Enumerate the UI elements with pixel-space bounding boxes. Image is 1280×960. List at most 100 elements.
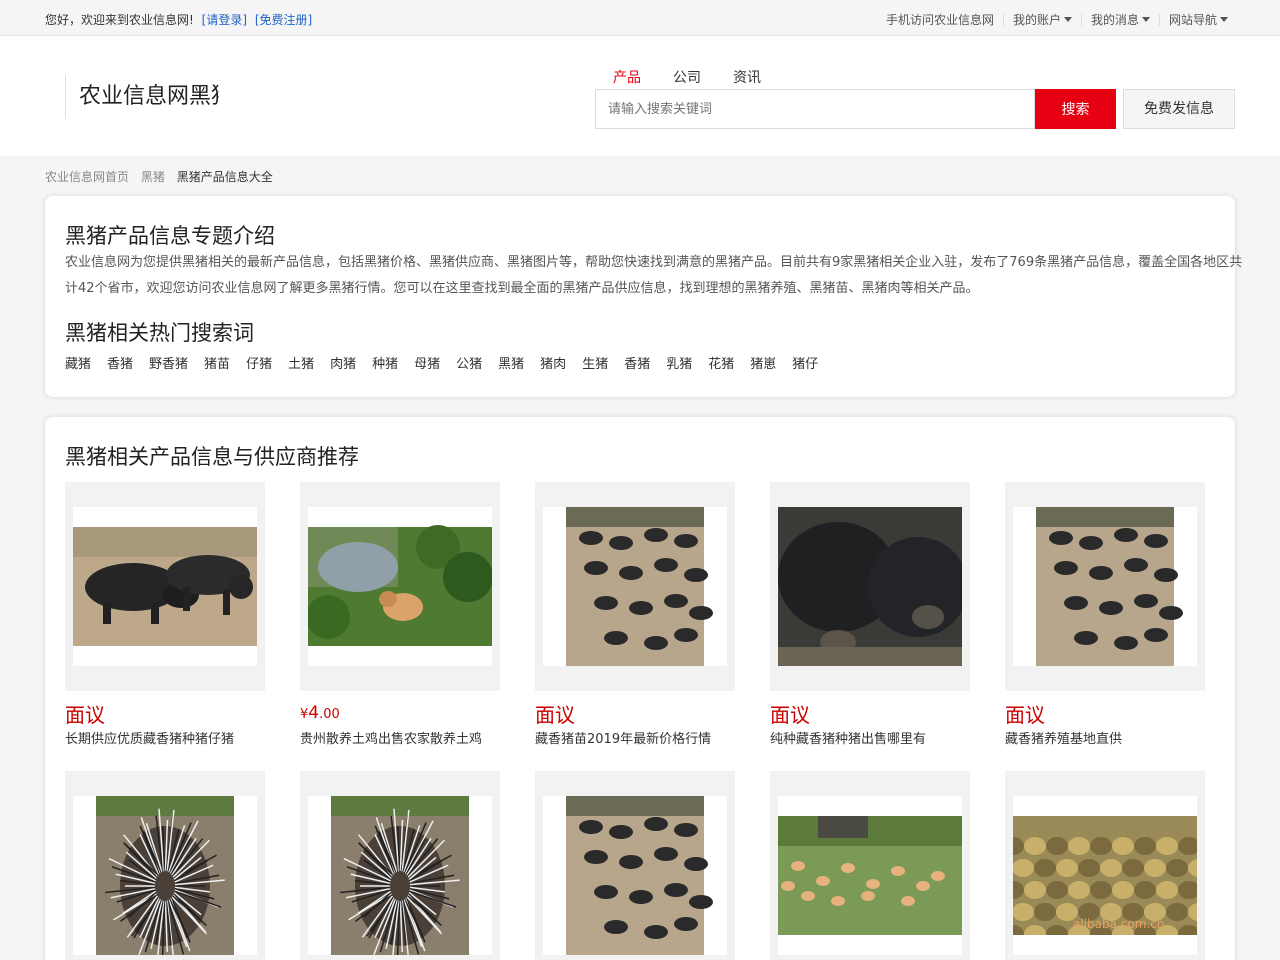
product-price: 面议 (1005, 703, 1045, 727)
login-link[interactable]: [请登录] (202, 13, 247, 27)
my-messages-menu[interactable]: 我的消息 (1091, 11, 1150, 28)
product-card[interactable] (300, 771, 500, 960)
product-card[interactable] (770, 771, 970, 960)
breadcrumb-current: 黑猪产品信息大全 (176, 170, 273, 184)
divider (1002, 13, 1004, 26)
publish-info-button[interactable]: 免费发信息 (1123, 89, 1235, 129)
watermark-text: alibaba.com.cn (1073, 917, 1164, 931)
products-heading: 黑猪相关产品信息与供应商推荐 (65, 445, 359, 469)
product-price: 面议 (65, 703, 105, 727)
product-title[interactable]: 长期供应优质藏香猪种猪仔猪 (65, 728, 234, 747)
product-title[interactable]: 藏香猪苗2019年最新价格行情 (535, 728, 711, 747)
product-card[interactable]: 面议 长期供应优质藏香猪种猪仔猪 (65, 482, 265, 747)
product-thumbnail[interactable] (535, 771, 735, 960)
product-thumbnail[interactable] (65, 482, 265, 691)
product-image (308, 507, 492, 666)
tag-link[interactable]: 肉猪 (330, 353, 356, 372)
tag-link[interactable]: 猪崽 (750, 353, 776, 372)
product-image (1013, 507, 1197, 666)
divider (1080, 13, 1082, 26)
products-card: 黑猪相关产品信息与供应商推荐 面议 长期供应优质藏香猪种猪仔猪 ¥4.00 贵州散养… (45, 417, 1235, 960)
site-nav-menu[interactable]: 网站导航 (1169, 11, 1228, 28)
chevron-down-icon (1141, 17, 1150, 22)
tag-link[interactable]: 花猪 (708, 353, 734, 372)
product-image (778, 507, 962, 666)
tag-link[interactable]: 公猪 (456, 353, 482, 372)
tag-link[interactable]: 黑猪 (498, 353, 524, 372)
welcome-message: 您好，欢迎来到农业信息网! (45, 13, 194, 27)
breadcrumb-category[interactable]: 黑猪 (141, 170, 165, 184)
product-thumbnail[interactable] (300, 771, 500, 960)
divider (1158, 13, 1160, 26)
product-card[interactable]: ¥4.00 贵州散养土鸡出售农家散养土鸡 (300, 482, 500, 747)
search-tab-news[interactable]: 资讯 (733, 67, 761, 87)
breadcrumb-home[interactable]: 农业信息网首页 (45, 170, 129, 184)
product-card[interactable]: 面议 藏香猪养殖基地直供 (1005, 482, 1205, 747)
product-image (73, 796, 257, 955)
register-link[interactable]: [免费注册] (255, 13, 312, 27)
tag-link[interactable]: 香猪 (107, 353, 133, 372)
top-links: 手机访问农业信息网 我的账户 我的消息 网站导航 (886, 11, 1228, 28)
product-image (73, 507, 257, 666)
product-title[interactable]: 纯种藏香猪种猪出售哪里有 (770, 728, 926, 747)
search-button[interactable]: 搜索 (1035, 89, 1116, 129)
product-thumbnail[interactable] (300, 482, 500, 691)
tag-link[interactable]: 生猪 (582, 353, 608, 372)
tag-link[interactable]: 香猪 (624, 353, 650, 372)
my-account-menu[interactable]: 我的账户 (1013, 11, 1072, 28)
mobile-link[interactable]: 手机访问农业信息网 (886, 11, 994, 28)
product-thumbnail[interactable] (770, 771, 970, 960)
product-title[interactable]: 贵州散养土鸡出售农家散养土鸡 (300, 728, 482, 747)
product-card[interactable]: alibaba.com.cn (1005, 771, 1205, 960)
product-title[interactable]: 藏香猪养殖基地直供 (1005, 728, 1122, 747)
product-thumbnail[interactable] (770, 482, 970, 691)
breadcrumb: 农业信息网首页 黑猪 黑猪产品信息大全 (45, 168, 281, 185)
product-image: alibaba.com.cn (1013, 796, 1197, 955)
product-image (543, 796, 727, 955)
header: 农业信息网黑猪频道 产品 公司 资讯 搜索 免费发信息 (0, 36, 1280, 156)
tag-link[interactable]: 仔猪 (246, 353, 272, 372)
my-messages-label: 我的消息 (1090, 13, 1139, 27)
search-tab-products[interactable]: 产品 (613, 67, 641, 87)
tag-link[interactable]: 土猪 (288, 353, 314, 372)
site-nav-label: 网站导航 (1168, 13, 1217, 27)
product-image (308, 796, 492, 955)
tag-link[interactable]: 母猪 (414, 353, 440, 372)
product-card[interactable]: 面议 藏香猪苗2019年最新价格行情 (535, 482, 735, 747)
hot-tags: 藏猪 香猪 野香猪 猪苗 仔猪 土猪 肉猪 种猪 母猪 公猪 黑猪 猪肉 生猪 香猪 乳猪 花猪 猪崽 猪仔 (65, 353, 834, 372)
chevron-down-icon (1220, 17, 1228, 22)
tag-link[interactable]: 乳猪 (666, 353, 692, 372)
tag-link[interactable]: 猪肉 (540, 353, 566, 372)
intro-card: 黑猪产品信息专题介绍 农业信息网为您提供黑猪相关的最新产品信息，包括黑猪价格、黑… (45, 196, 1242, 397)
intro-text: 农业信息网为您提供黑猪相关的最新产品信息，包括黑猪价格、黑猪供应商、黑猪图片等，… (65, 255, 1243, 296)
product-card[interactable] (65, 771, 265, 960)
tag-link[interactable]: 猪仔 (792, 353, 818, 372)
tag-link[interactable]: 猪苗 (204, 353, 230, 372)
chevron-down-icon (1063, 17, 1072, 22)
product-image (778, 796, 962, 955)
product-card[interactable]: 面议 纯种藏香猪种猪出售哪里有 (770, 482, 970, 747)
price-value: 4 (308, 703, 320, 723)
tags-heading: 黑猪相关热门搜索词 (65, 321, 254, 345)
product-price: 面议 (770, 703, 810, 727)
site-logo[interactable]: 农业信息网黑猪频道 (65, 75, 219, 119)
search-tab-companies[interactable]: 公司 (673, 67, 701, 87)
product-thumbnail[interactable]: alibaba.com.cn (1005, 771, 1205, 960)
product-card[interactable] (535, 771, 735, 960)
product-thumbnail[interactable] (1005, 482, 1205, 691)
tag-link[interactable]: 野香猪 (149, 353, 188, 372)
tag-link[interactable]: 藏猪 (65, 353, 91, 372)
my-account-label: 我的账户 (1012, 13, 1061, 27)
product-price: 面议 (535, 703, 575, 727)
product-image (543, 507, 727, 666)
product-thumbnail[interactable] (65, 771, 265, 960)
product-thumbnail[interactable] (535, 482, 735, 691)
price-cents: .00 (319, 707, 340, 722)
search-input[interactable] (595, 89, 1035, 129)
search-tabs: 产品 公司 资讯 (613, 67, 793, 87)
tag-link[interactable]: 种猪 (372, 353, 398, 372)
product-price: ¥4.00 (300, 699, 340, 723)
intro-heading: 黑猪产品信息专题介绍 (65, 224, 275, 248)
welcome-text: 您好，欢迎来到农业信息网! [请登录] [免费注册] (45, 11, 312, 28)
top-bar: 您好，欢迎来到农业信息网! [请登录] [免费注册] 手机访问农业信息网 我的账… (0, 0, 1280, 36)
